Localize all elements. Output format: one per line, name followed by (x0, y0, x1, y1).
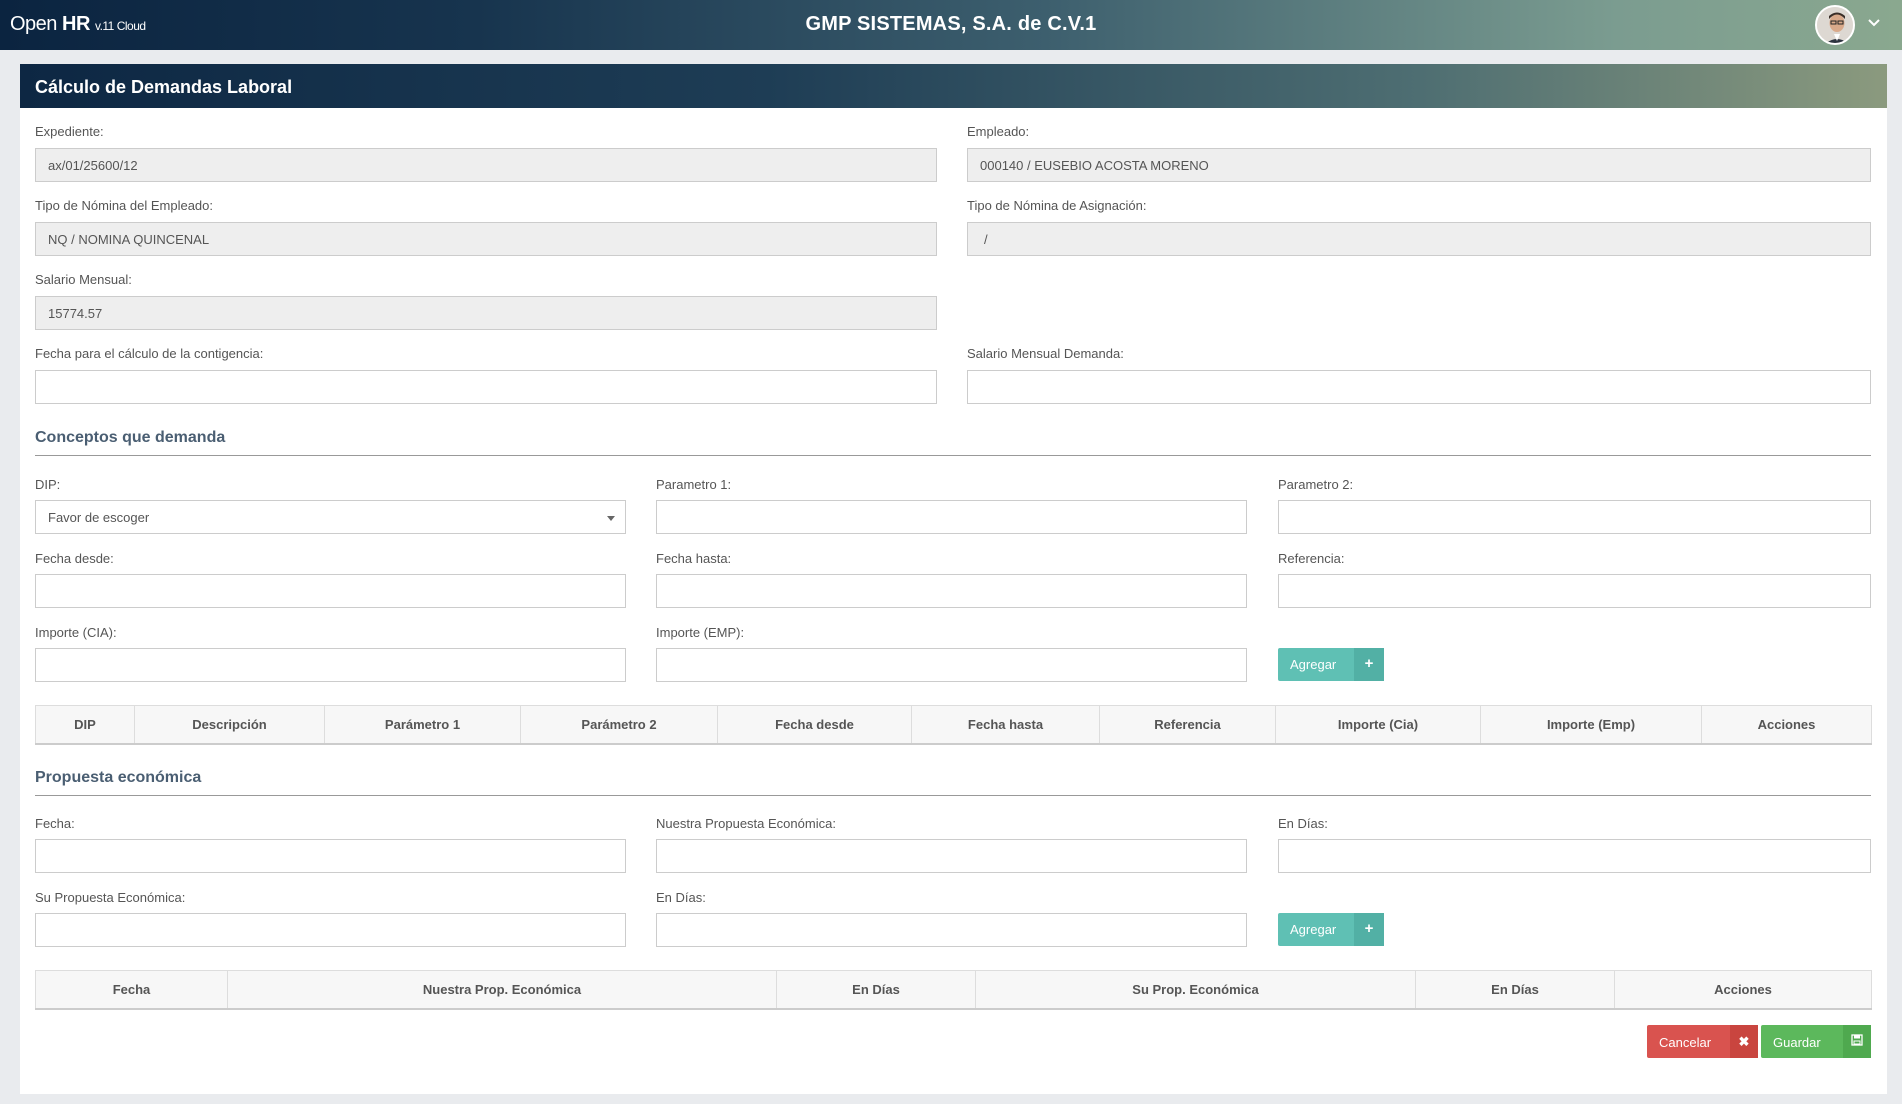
column-header[interactable]: Acciones (1614, 970, 1872, 1010)
salario-mensual-demanda-label: Salario Mensual Demanda: (967, 346, 1124, 361)
parametro1-label: Parametro 1: (656, 477, 732, 492)
top-navbar: Open HR v.11 Cloud GMP SISTEMAS, S.A. de… (0, 0, 1902, 50)
propuesta-header-row: Fecha Nuestra Prop. Económica En Días Su… (35, 970, 1872, 1010)
company-name: GMP SISTEMAS, S.A. de C.V.1 (805, 13, 1097, 35)
tipo-nomina-empleado-label: Tipo de Nómina del Empleado: (35, 198, 214, 213)
fecha-desde-label: Fecha desde: (35, 551, 114, 566)
importe-emp-label: Importe (EMP): (656, 625, 745, 640)
en-dias-label: En Días: (1278, 816, 1328, 831)
referencia-label: Referencia: (1278, 551, 1345, 566)
fecha-input[interactable] (35, 839, 626, 873)
importe-emp-input[interactable] (656, 648, 1247, 682)
fecha-hasta-label: Fecha hasta: (656, 551, 732, 566)
user-avatar[interactable] (1815, 5, 1855, 45)
save-label: Guardar (1773, 1035, 1821, 1050)
floppy-disk-icon (1843, 1025, 1871, 1058)
plus-icon: + (1354, 913, 1384, 946)
chevron-down-icon[interactable] (1868, 17, 1880, 29)
empleado-label: Empleado: (967, 124, 1030, 139)
conceptos-header-row: DIP Descripción Parámetro 1 Parámetro 2 … (35, 705, 1872, 745)
column-header[interactable]: DIP (35, 705, 135, 745)
column-header[interactable]: Su Prop. Económica (975, 970, 1416, 1010)
column-header[interactable]: Importe (Cia) (1275, 705, 1481, 745)
salario-mensual-demanda-input[interactable] (967, 370, 1871, 404)
en-dias-input[interactable] (1278, 839, 1871, 873)
agregar-propuesta-button[interactable]: Agregar + (1278, 913, 1384, 946)
column-header[interactable]: Fecha desde (717, 705, 912, 745)
column-header[interactable]: Referencia (1099, 705, 1276, 745)
fecha-desde-input[interactable] (35, 574, 626, 608)
cancel-button[interactable]: Cancelar ✖ (1647, 1025, 1758, 1058)
fecha-label: Fecha: (35, 816, 75, 831)
column-header[interactable]: Importe (Emp) (1480, 705, 1702, 745)
referencia-input[interactable] (1278, 574, 1871, 608)
su-propuesta-input[interactable] (35, 913, 626, 947)
column-header[interactable]: Parámetro 1 (324, 705, 521, 745)
tipo-nomina-asignacion-field[interactable]: / (967, 222, 1871, 256)
propuesta-heading: Propuesta económica (35, 769, 1871, 796)
save-button[interactable]: Guardar (1761, 1025, 1871, 1058)
su-propuesta-label: Su Propuesta Económica: (35, 890, 186, 905)
user-photo-icon (1817, 7, 1853, 43)
agregar-concepto-label: Agregar (1290, 657, 1337, 672)
en-dias-2-input[interactable] (656, 913, 1247, 947)
parametro2-input[interactable] (1278, 500, 1871, 534)
importe-cia-input[interactable] (35, 648, 626, 682)
propuesta-table: Fecha Nuestra Prop. Económica En Días Su… (35, 970, 1872, 1010)
agregar-concepto-button[interactable]: Agregar + (1278, 648, 1384, 681)
en-dias-2-label: En Días: (656, 890, 706, 905)
cancel-label: Cancelar (1659, 1035, 1712, 1050)
salario-mensual-label: Salario Mensual: (35, 272, 132, 287)
page-title: Cálculo de Demandas Laboral (20, 64, 1887, 108)
close-icon: ✖ (1730, 1025, 1758, 1058)
salario-mensual-field[interactable]: 15774.57 (35, 296, 937, 330)
expediente-field[interactable]: ax/01/25600/12 (35, 148, 937, 182)
column-header[interactable]: Parámetro 2 (520, 705, 718, 745)
fecha-contingencia-label: Fecha para el cálculo de la contigencia: (35, 346, 264, 361)
dip-select[interactable]: Favor de escoger (35, 500, 626, 534)
tipo-nomina-asignacion-label: Tipo de Nómina de Asignación: (967, 198, 1147, 213)
plus-icon: + (1354, 648, 1384, 681)
demand-calculation-panel: Cálculo de Demandas Laboral Expediente: … (20, 64, 1887, 1094)
expediente-label: Expediente: (35, 124, 104, 139)
parametro1-input[interactable] (656, 500, 1247, 534)
nuestra-propuesta-label: Nuestra Propuesta Económica: (656, 816, 836, 831)
column-header[interactable]: Fecha (35, 970, 228, 1010)
agregar-propuesta-label: Agregar (1290, 922, 1337, 937)
column-header[interactable]: Acciones (1701, 705, 1872, 745)
parametro2-label: Parametro 2: (1278, 477, 1354, 492)
fecha-hasta-input[interactable] (656, 574, 1247, 608)
empleado-field[interactable]: 000140 / EUSEBIO ACOSTA MORENO (967, 148, 1871, 182)
dip-label: DIP: (35, 477, 61, 492)
column-header[interactable]: Nuestra Prop. Económica (227, 970, 777, 1010)
fecha-contingencia-input[interactable] (35, 370, 937, 404)
tipo-nomina-empleado-field[interactable]: NQ / NOMINA QUINCENAL (35, 222, 937, 256)
conceptos-heading: Conceptos que demanda (35, 429, 1871, 456)
column-header[interactable]: Descripción (134, 705, 325, 745)
column-header[interactable]: Fecha hasta (911, 705, 1100, 745)
conceptos-table: DIP Descripción Parámetro 1 Parámetro 2 … (35, 705, 1872, 745)
column-header[interactable]: En Días (1415, 970, 1615, 1010)
importe-cia-label: Importe (CIA): (35, 625, 117, 640)
nuestra-propuesta-input[interactable] (656, 839, 1247, 873)
column-header[interactable]: En Días (776, 970, 976, 1010)
